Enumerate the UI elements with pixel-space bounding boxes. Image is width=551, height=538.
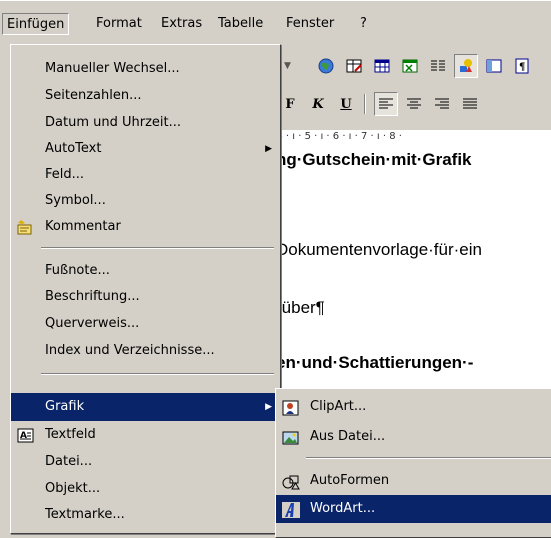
comment-icon [17,219,35,235]
menu-item-label: Index und Verzeichnisse... [45,343,215,358]
menu-item-feld[interactable]: Feld... [11,161,280,189]
menu-item-label: AutoText [45,141,102,156]
menu-item-textmarke[interactable]: Textmarke... [11,501,280,529]
menu-item-label: ClipArt... [310,399,367,414]
menu-item-label: Kommentar [45,219,121,234]
menu-item-fussnote[interactable]: Fußnote... [11,257,280,285]
svg-text:¶: ¶ [519,62,525,73]
show-formatting-icon[interactable]: ¶ [510,54,534,78]
menu-item-label: Symbol... [45,193,106,208]
menu-item-label: Fußnote... [45,263,110,278]
grafik-submenu: ClipArt... Aus Datei... AutoFormen WordA… [275,388,551,538]
document-text-line: ·über¶ [276,298,325,317]
menu-item-querverweis[interactable]: Querverweis... [11,310,280,338]
submenu-item-clipart[interactable]: ClipArt... [276,393,551,421]
insert-excel-icon[interactable] [398,54,422,78]
table-draw-icon[interactable] [342,54,366,78]
align-right-icon[interactable] [430,92,454,116]
menu-item-label: Manueller Wechsel... [45,61,180,76]
document-heading-line: ng·Gutschein·mit·Grafik [276,150,472,169]
menu-item-label: Objekt... [45,481,101,496]
menu-item-label: WordArt... [310,501,376,516]
menu-item-label: Textfeld [45,427,96,442]
autoshapes-icon [282,473,300,490]
insert-menu: Manueller Wechsel... Seitenzahlen... Dat… [10,44,281,534]
textbox-icon: A [17,427,35,443]
columns-icon[interactable] [426,54,450,78]
document-heading-line: en·und·Schattierungen·- [276,353,474,372]
menu-item-kommentar[interactable]: Kommentar [11,213,280,241]
insert-table-icon[interactable] [370,54,394,78]
toolbar-area: ▼ ¶ F K U [270,44,551,130]
drawing-toolbar-icon[interactable] [454,54,478,78]
menu-extras[interactable]: Extras [157,13,206,35]
menu-item-manueller-wechsel[interactable]: Manueller Wechsel... [11,55,280,83]
menu-item-label: Datei... [45,454,93,469]
menu-item-label: AutoFormen [310,473,390,488]
menu-item-textfeld[interactable]: A Textfeld [11,421,280,449]
menu-item-label: Grafik [45,399,85,414]
menu-item-datum-uhrzeit[interactable]: Datum und Uhrzeit... [11,109,280,137]
underline-button[interactable]: U [334,92,358,116]
menu-item-label: Querverweis... [45,316,140,331]
document-map-icon[interactable] [482,54,506,78]
italic-button[interactable]: K [306,92,330,116]
menu-item-symbol[interactable]: Symbol... [11,187,280,215]
menu-separator [41,373,274,375]
justify-icon[interactable] [458,92,482,116]
menu-item-autotext[interactable]: AutoText ▶ [11,135,280,163]
submenu-arrow-icon: ▶ [265,402,272,412]
menu-item-label: Textmarke... [45,507,125,522]
menu-separator [306,457,551,459]
menu-item-objekt[interactable]: Objekt... [11,475,280,503]
bold-button[interactable]: F [278,92,302,116]
web-globe-icon[interactable] [314,54,338,78]
menu-item-datei[interactable]: Datei... [11,448,280,476]
menu-item-label: Seitenzahlen... [45,88,142,103]
menu-tabelle[interactable]: Tabelle [214,13,267,35]
wordart-icon [282,501,300,518]
submenu-arrow-icon: ▶ [265,144,272,154]
menu-bar: Einfügen Format Extras Tabelle Fenster ? [0,0,551,44]
align-left-icon[interactable] [374,92,398,116]
clipart-icon [282,399,300,416]
menu-item-label: Feld... [45,167,85,182]
menu-item-index-verzeichnisse[interactable]: Index und Verzeichnisse... [11,337,280,365]
toolbar-dropdown-arrow[interactable]: ▼ [284,56,298,76]
menu-item-grafik[interactable]: Grafik ▶ [11,393,280,421]
menu-item-label: Beschriftung... [45,289,140,304]
menu-fenster[interactable]: Fenster [282,13,338,35]
menu-separator [41,247,274,249]
menu-item-seitenzahlen[interactable]: Seitenzahlen... [11,82,280,110]
menu-einfuegen[interactable]: Einfügen [2,13,70,35]
document-text-line: Dokumentenvorlage·für·ein [276,240,482,259]
align-center-icon[interactable] [402,92,426,116]
submenu-item-autoformen[interactable]: AutoFormen [276,467,551,495]
menu-help[interactable]: ? [356,13,371,35]
submenu-item-wordart[interactable]: WordArt... [276,495,551,523]
picture-from-file-icon [282,429,300,445]
toolbar-separator [364,94,366,114]
submenu-item-aus-datei[interactable]: Aus Datei... [276,423,551,451]
menu-item-label: Datum und Uhrzeit... [45,115,181,130]
menu-item-label: Aus Datei... [310,429,386,444]
menu-item-beschriftung[interactable]: Beschriftung... [11,283,280,311]
menu-format[interactable]: Format [92,13,146,35]
